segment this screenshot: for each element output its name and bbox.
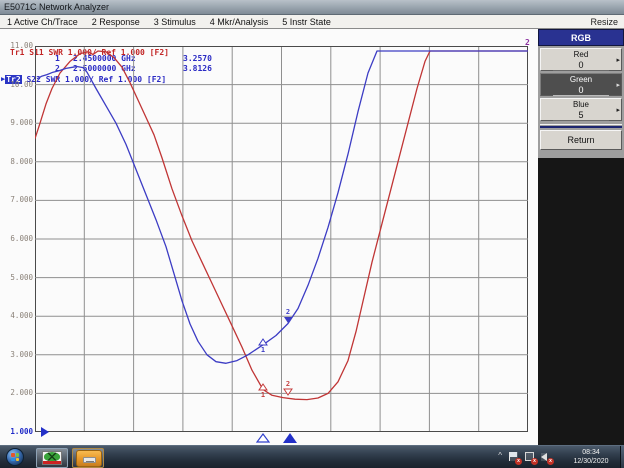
reference-level-arrow-icon (41, 427, 49, 437)
error-badge-icon: x (531, 458, 538, 465)
y-axis-label: 4.000 (10, 311, 33, 321)
marker2-stimulus-triangle[interactable] (283, 433, 297, 443)
y-axis-label: 8.000 (10, 156, 33, 166)
softkey-green-button[interactable]: Green 0 ▸ (540, 73, 622, 96)
volume-icon[interactable]: x (541, 452, 554, 465)
softkey-sidebar: RGB Red 0 ▸ Green 0 ▸ Blue 5 ▸ Return (538, 29, 624, 445)
menu-instr-state[interactable]: 5 Instr State (275, 15, 338, 28)
submenu-arrow-icon: ▸ (616, 82, 620, 89)
clock-time: 08:34 (582, 449, 600, 456)
network-analyzer-app-icon (42, 451, 62, 465)
softkey-red-button[interactable]: Red 0 ▸ (540, 48, 622, 71)
marker1-stimulus-triangle[interactable] (256, 433, 270, 443)
error-badge-icon: x (547, 458, 554, 465)
drive-app-icon (76, 450, 102, 467)
menu-stimulus[interactable]: 3 Stimulus (147, 15, 203, 28)
taskbar-analyzer-app-button[interactable] (36, 448, 68, 468)
y-axis-label: 2.000 (10, 388, 33, 398)
menu-active-ch-trace[interactable]: 1 Active Ch/Trace (0, 15, 85, 28)
y-axis-label: 5.000 (10, 272, 33, 282)
y-axis-label: 7.000 (10, 195, 33, 205)
y-axis-label: 10.00 (10, 79, 33, 89)
taskbar-clock[interactable]: 08:34 12/30/2020 (561, 448, 621, 466)
tray-expand-icon[interactable]: ^ (498, 451, 502, 460)
softkey-blue-value: 5 (553, 110, 609, 121)
softkey-red-label: Red (573, 50, 589, 59)
windows-logo-icon (11, 453, 19, 461)
softkey-green-value: 0 (553, 85, 609, 96)
y-axis-label: 1.000 (10, 427, 33, 436)
softkey-green-label: Green (569, 75, 593, 84)
action-center-flag-icon[interactable]: x (509, 452, 522, 465)
network-status-icon[interactable]: x (525, 452, 538, 465)
menu-resize[interactable]: Resize (590, 16, 618, 29)
window-titlebar: E5071C Network Analyzer (0, 0, 624, 15)
submenu-arrow-icon: ▸ (616, 107, 620, 114)
submenu-arrow-icon: ▸ (616, 57, 620, 64)
show-desktop-button[interactable] (620, 446, 624, 468)
menu-response[interactable]: 2 Response (85, 15, 147, 28)
softkey-red-value: 0 (553, 60, 609, 71)
softkey-menu-title: RGB (538, 29, 624, 46)
swr-plot (35, 46, 528, 432)
window-title: E5071C Network Analyzer (4, 2, 110, 12)
y-axis-label: 3.000 (10, 349, 33, 359)
trace2-clip-indicator: 2 (525, 38, 530, 47)
menu-mkr-analysis[interactable]: 4 Mkr/Analysis (203, 15, 276, 28)
y-axis-label: 9.000 (10, 118, 33, 128)
taskbar-drive-app-button[interactable] (72, 448, 104, 468)
softkey-blue-label: Blue (572, 100, 589, 109)
clock-date: 12/30/2020 (573, 458, 609, 465)
softkey-panel: RGB Red 0 ▸ Green 0 ▸ Blue 5 ▸ Return (538, 29, 624, 158)
y-axis-label: 11.00 (10, 41, 33, 50)
softkey-divider (540, 124, 622, 128)
softkey-return-button[interactable]: Return (540, 130, 622, 150)
instrument-display: Tr1 S11 SWR 1.000/ Ref 1.000 [F2] ▶Tr2 S… (0, 29, 538, 445)
error-badge-icon: x (515, 458, 522, 465)
windows-taskbar: ^ x x x 08:34 12/30/2020 (0, 445, 624, 468)
menu-bar: 1 Active Ch/Trace 2 Response 3 Stimulus 4 M… (0, 15, 624, 29)
start-button[interactable] (6, 448, 24, 466)
e5071c-screen: E5071C Network Analyzer 1 Active Ch/Trac… (0, 0, 624, 468)
softkey-blue-button[interactable]: Blue 5 ▸ (540, 98, 622, 121)
y-axis-label: 6.000 (10, 234, 33, 243)
